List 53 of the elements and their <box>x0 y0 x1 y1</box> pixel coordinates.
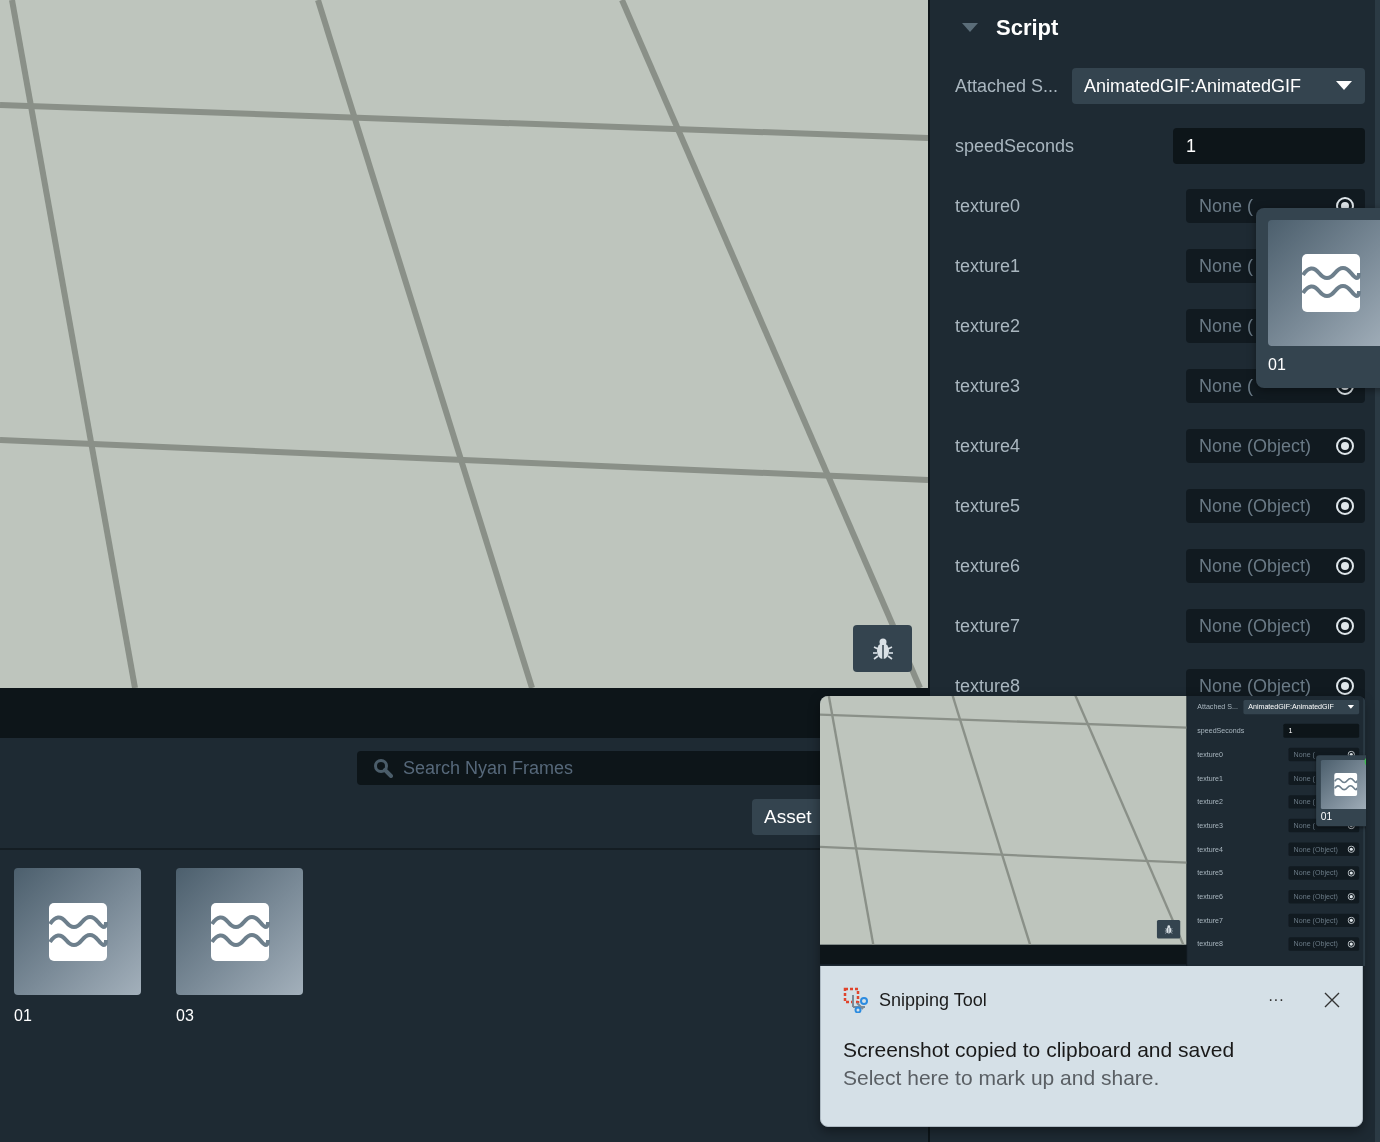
caret-icon[interactable] <box>962 23 978 33</box>
object-field[interactable]: None (Object) <box>1186 609 1365 643</box>
object-field[interactable]: None (Object) <box>1186 489 1365 523</box>
section-title: Script <box>996 15 1059 41</box>
asset-thumbnail[interactable] <box>14 868 141 995</box>
debug-button[interactable] <box>853 625 912 672</box>
caret-icon <box>1347 705 1355 710</box>
asset-label: 01 <box>1268 356 1286 374</box>
scissors-icon <box>843 987 869 1013</box>
target-icon[interactable] <box>1335 496 1355 516</box>
close-icon <box>1324 992 1340 1008</box>
notification-message: Select here to mark up and share. <box>843 1066 1161 1090</box>
target-icon[interactable] <box>1335 556 1355 576</box>
asset-label: 01 <box>14 1007 33 1025</box>
number-field[interactable]: 1 <box>1173 128 1365 164</box>
close-button[interactable] <box>1324 992 1340 1008</box>
field-label: texture2 <box>955 315 1021 337</box>
bug-icon <box>871 636 894 661</box>
field-label: texture3 <box>955 375 1021 397</box>
field-label: texture4 <box>955 435 1021 457</box>
app-name: Snipping Tool <box>879 989 988 1011</box>
drag-preview-tooltip[interactable]: 01 <box>1256 208 1380 388</box>
asset-thumbnail[interactable] <box>176 868 303 995</box>
target-icon[interactable] <box>1335 436 1355 456</box>
object-field[interactable]: None (Object) <box>1186 549 1365 583</box>
wave-icon <box>1333 772 1358 797</box>
object-field[interactable]: None (Object) <box>1186 429 1365 463</box>
notification-toast[interactable] <box>820 696 1363 1127</box>
wave-icon <box>209 901 270 962</box>
wave-icon <box>47 901 108 962</box>
field-label: texture0 <box>955 195 1021 217</box>
target-icon[interactable] <box>1347 916 1356 925</box>
field-label: Attached S... <box>955 75 1059 97</box>
target-icon[interactable] <box>1347 892 1356 901</box>
asset-label: 03 <box>176 1007 195 1025</box>
field-label: speedSeconds <box>955 135 1075 157</box>
field-label: texture8 <box>955 675 1021 697</box>
target-icon[interactable] <box>1335 616 1355 636</box>
field-label: texture7 <box>955 615 1021 637</box>
more-button[interactable]: ··· <box>1268 991 1284 1009</box>
target-icon[interactable] <box>1347 845 1356 854</box>
field-label: texture1 <box>955 255 1021 277</box>
bug-icon <box>1164 924 1173 934</box>
wave-icon <box>1301 253 1361 313</box>
caret-icon <box>1336 81 1352 91</box>
target-icon[interactable] <box>1335 676 1355 696</box>
script-dropdown[interactable]: AnimatedGIF:AnimatedGIF <box>1072 68 1365 104</box>
drag-preview-tooltip[interactable]: 01 <box>1316 755 1366 827</box>
field-label: texture6 <box>955 555 1021 577</box>
target-icon[interactable] <box>1347 940 1356 948</box>
target-icon[interactable] <box>1347 869 1356 877</box>
field-label: texture5 <box>955 495 1021 517</box>
notification-title: Screenshot copied to clipboard and saved <box>843 1038 1236 1062</box>
